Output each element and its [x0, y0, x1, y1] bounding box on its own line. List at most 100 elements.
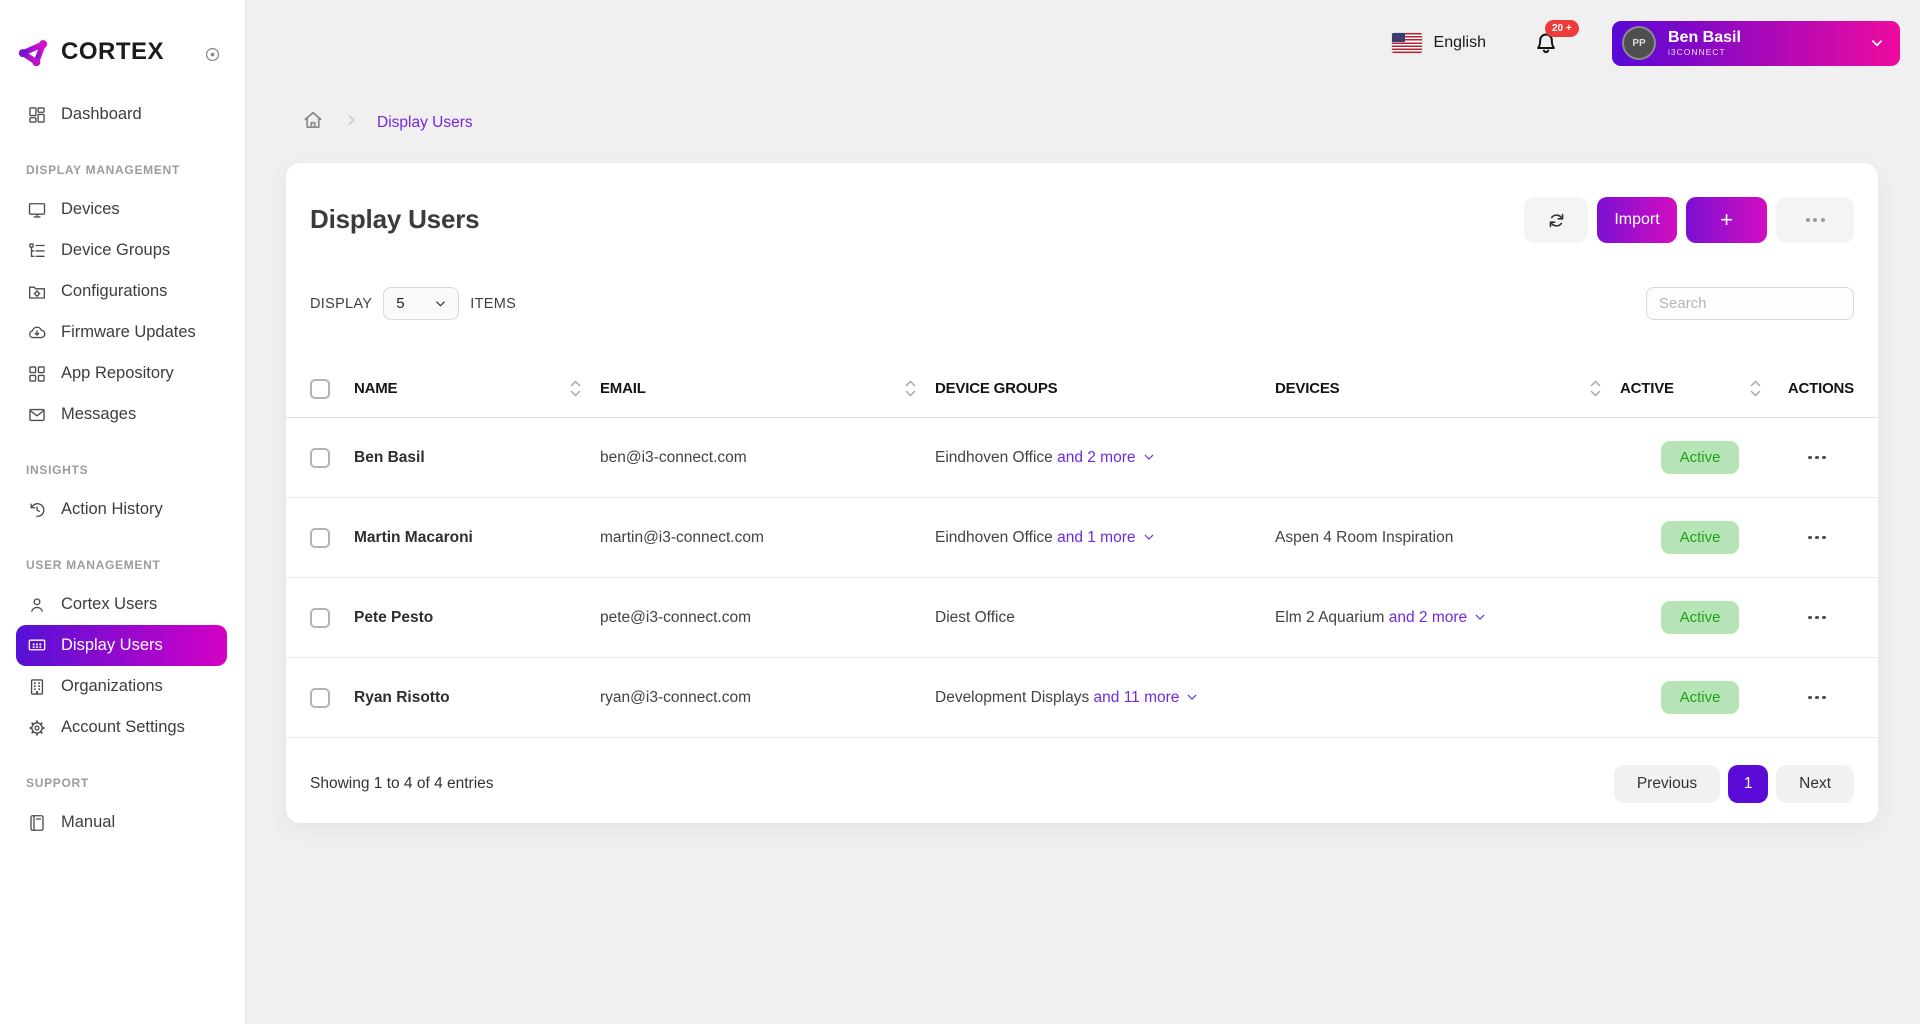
previous-page-button[interactable]: Previous — [1614, 765, 1720, 803]
topbar: English 20 + PP Ben Basil i3CONNECT — [245, 0, 1920, 66]
breadcrumb-current[interactable]: Display Users — [377, 114, 473, 132]
profile-menu-button[interactable]: PP Ben Basil i3CONNECT — [1612, 21, 1900, 66]
items-per-page-value: 5 — [396, 295, 405, 312]
user-email: pete@i3-connect.com — [600, 609, 935, 627]
device-groups-cell: Development Displays and 11 more — [935, 689, 1275, 707]
column-header-active[interactable]: ACTIVE — [1620, 379, 1780, 398]
folder-gear-icon — [27, 282, 47, 302]
breadcrumb: Display Users — [301, 108, 1920, 137]
device-groups-more-link[interactable]: and 11 more — [1094, 689, 1200, 706]
tree-list-icon — [27, 241, 47, 261]
sidebar-item-label: Device Groups — [61, 241, 170, 260]
sidebar-item-firmware-updates[interactable]: Firmware Updates — [0, 312, 245, 353]
row-checkbox[interactable] — [310, 448, 330, 468]
sidebar-item-account-settings[interactable]: Account Settings — [0, 707, 245, 748]
entries-summary: Showing 1 to 4 of 4 entries — [310, 775, 494, 793]
row-checkbox[interactable] — [310, 608, 330, 628]
toolbar: Import + — [1524, 197, 1854, 243]
ellipsis-icon — [1806, 218, 1825, 222]
table-row: Ben Basil ben@i3-connect.com Eindhoven O… — [286, 418, 1878, 498]
notifications-button[interactable]: 20 + — [1532, 27, 1560, 60]
sidebar-item-organizations[interactable]: Organizations — [0, 666, 245, 707]
user-email: ryan@i3-connect.com — [600, 689, 935, 707]
add-user-button[interactable]: + — [1686, 197, 1767, 243]
refresh-button[interactable] — [1524, 197, 1588, 243]
status-badge: Active — [1661, 601, 1740, 634]
search-input[interactable] — [1646, 287, 1854, 320]
import-button[interactable]: Import — [1597, 197, 1677, 243]
apps-grid-icon — [27, 364, 47, 384]
monitor-icon — [27, 200, 47, 220]
column-header-devices[interactable]: DEVICES — [1275, 379, 1620, 398]
refresh-icon — [1546, 210, 1567, 231]
column-header-email[interactable]: EMAIL — [600, 379, 935, 398]
chevron-down-icon — [1868, 34, 1886, 52]
device-groups-value: Development Displays — [935, 689, 1089, 706]
row-actions-button[interactable] — [1780, 696, 1854, 700]
column-label: ACTIONS — [1788, 380, 1854, 397]
avatar: PP — [1622, 26, 1656, 60]
sidebar-item-dashboard[interactable]: Dashboard — [0, 94, 245, 135]
active-cell: Active — [1620, 441, 1780, 474]
sidebar-item-configurations[interactable]: Configurations — [0, 271, 245, 312]
display-users-icon — [27, 636, 47, 656]
select-all-cell — [310, 379, 354, 399]
sidebar-item-device-groups[interactable]: Device Groups — [0, 230, 245, 271]
column-label: NAME — [354, 380, 397, 397]
next-page-button[interactable]: Next — [1776, 765, 1854, 803]
sidebar: CORTEX Dashboard DISPLAY MANAGEMENT Devi… — [0, 0, 245, 1024]
select-all-checkbox[interactable] — [310, 379, 330, 399]
ellipsis-icon — [1808, 536, 1826, 540]
profile-org: i3CONNECT — [1668, 47, 1868, 57]
sidebar-section-user-management: USER MANAGEMENT — [0, 530, 245, 584]
table-header-row: NAME EMAIL DEVICE GROUPS — [286, 360, 1878, 418]
current-page-button[interactable]: 1 — [1728, 765, 1768, 803]
device-groups-value: Eindhoven Office — [935, 449, 1053, 466]
sidebar-item-manual[interactable]: Manual — [0, 802, 245, 843]
device-groups-more-link[interactable]: and 1 more — [1057, 529, 1155, 546]
more-actions-button[interactable] — [1776, 197, 1854, 243]
sidebar-item-devices[interactable]: Devices — [0, 189, 245, 230]
sidebar-item-messages[interactable]: Messages — [0, 394, 245, 435]
row-actions-button[interactable] — [1780, 536, 1854, 540]
sidebar-item-label: Dashboard — [61, 105, 142, 124]
row-check-cell — [310, 528, 354, 548]
sidebar-item-app-repository[interactable]: App Repository — [0, 353, 245, 394]
row-checkbox[interactable] — [310, 688, 330, 708]
chevron-right-icon — [343, 112, 359, 128]
sidebar-item-label: Manual — [61, 813, 115, 832]
active-cell: Active — [1620, 521, 1780, 554]
row-check-cell — [310, 608, 354, 628]
language-selector[interactable]: English — [1392, 33, 1486, 53]
device-groups-cell: Eindhoven Office and 1 more — [935, 529, 1275, 547]
row-checkbox[interactable] — [310, 528, 330, 548]
display-label: DISPLAY — [310, 296, 372, 312]
items-per-page-control: DISPLAY 5 ITEMS — [310, 287, 516, 320]
items-per-page-select[interactable]: 5 — [383, 287, 459, 320]
breadcrumb-home[interactable] — [301, 108, 325, 137]
row-actions-button[interactable] — [1780, 616, 1854, 620]
building-icon — [27, 677, 47, 697]
table-controls: DISPLAY 5 ITEMS — [286, 287, 1878, 320]
devices-more-link[interactable]: and 2 more — [1389, 609, 1487, 626]
sidebar-item-action-history[interactable]: Action History — [0, 489, 245, 530]
page-title: Display Users — [310, 197, 479, 235]
user-name: Martin Macaroni — [354, 529, 600, 547]
display-users-card: Display Users Import + — [286, 163, 1878, 823]
column-label: ACTIVE — [1620, 380, 1674, 397]
sidebar-item-cortex-users[interactable]: Cortex Users — [0, 584, 245, 625]
sidebar-nav: Dashboard DISPLAY MANAGEMENT Devices Dev… — [0, 70, 245, 843]
device-groups-more-link[interactable]: and 2 more — [1057, 449, 1155, 466]
home-icon — [301, 108, 325, 132]
sidebar-section-support: SUPPORT — [0, 748, 245, 802]
profile-meta: Ben Basil i3CONNECT — [1668, 29, 1868, 57]
column-header-name[interactable]: NAME — [354, 379, 600, 398]
device-groups-cell: Eindhoven Office and 2 more — [935, 449, 1275, 467]
user-email: ben@i3-connect.com — [600, 449, 935, 467]
chevron-down-icon — [1185, 690, 1199, 704]
app: CORTEX Dashboard DISPLAY MANAGEMENT Devi… — [0, 0, 1920, 1024]
row-actions-button[interactable] — [1780, 456, 1854, 460]
sidebar-item-display-users[interactable]: Display Users — [16, 625, 227, 666]
cloud-download-icon — [27, 323, 47, 343]
sidebar-toggle-icon[interactable] — [204, 46, 221, 63]
